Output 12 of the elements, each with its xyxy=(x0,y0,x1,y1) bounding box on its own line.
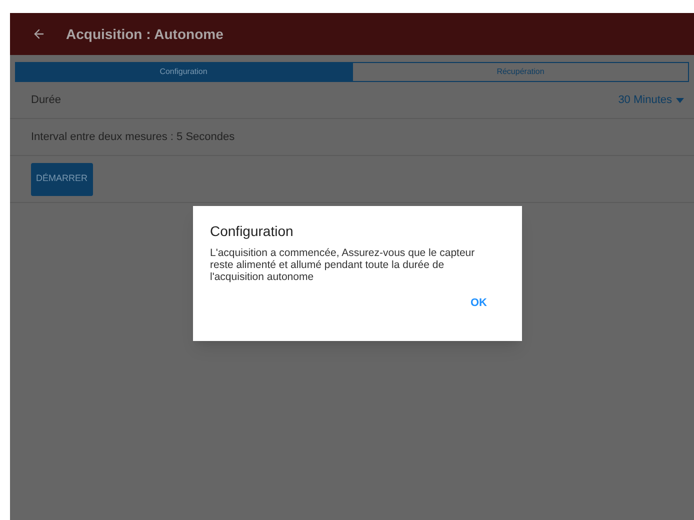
interval-text: Interval entre deux mesures : 5 Secondes xyxy=(31,130,235,145)
ok-button[interactable]: OK xyxy=(470,295,487,312)
app-title: Acquisition : Autonome xyxy=(66,24,224,44)
back-icon[interactable] xyxy=(32,27,46,41)
start-button[interactable]: DÉMARRER xyxy=(31,162,93,196)
duration-label: Durée xyxy=(31,92,61,108)
dialog-title: Configuration xyxy=(210,222,294,241)
dialog-message: L'acquisition a commencée, Assurez-vous que le capteur reste alimenté et allumé pendant toute la durée de l'acquisition autonome xyxy=(210,247,476,283)
tab[interactable]: Récupération xyxy=(352,62,689,82)
caret-icon xyxy=(676,98,684,102)
tab[interactable]: Configuration xyxy=(15,62,352,82)
duration-dropdown[interactable]: 30 Minutes xyxy=(618,92,684,108)
